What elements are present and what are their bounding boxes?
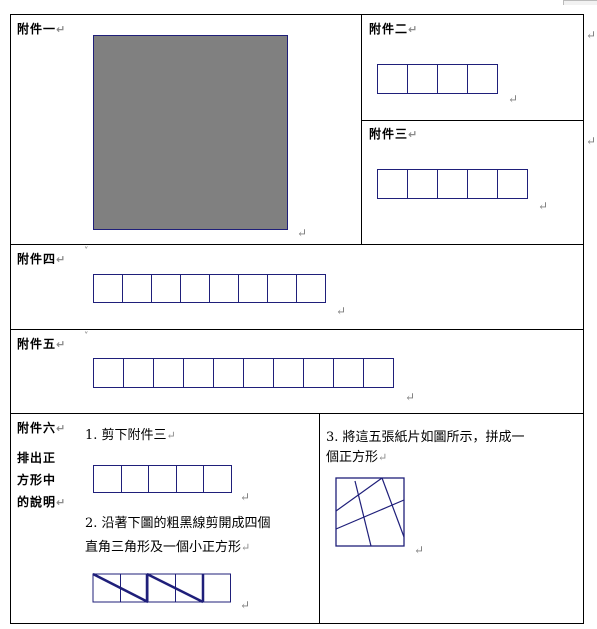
grid-square <box>92 573 121 603</box>
grid-square <box>94 465 122 493</box>
grid-square <box>268 274 297 303</box>
annex4-square-strip <box>93 274 326 303</box>
annex6-sublabel-3: 的說明↵ <box>17 495 67 509</box>
annex1-gray-square <box>93 35 288 230</box>
grid-square <box>149 465 177 493</box>
grid-square <box>120 573 149 603</box>
grid-square <box>378 64 408 94</box>
step1-text: 1. 剪下附件三↵ <box>85 428 176 443</box>
step3-text-line2: 個正方形↵ <box>326 450 388 465</box>
grid-square <box>175 573 204 603</box>
column-divider <box>361 14 362 245</box>
grid-square <box>274 358 304 388</box>
annex1-label: 附件一↵ <box>17 22 67 36</box>
row-divider <box>10 413 584 414</box>
paragraph-mark: ↵ <box>586 28 597 42</box>
paragraph-mark: ↵ <box>240 490 251 504</box>
grid-square <box>438 169 468 199</box>
grid-square <box>204 465 232 493</box>
grid-square <box>176 465 204 493</box>
grid-square <box>154 358 184 388</box>
paragraph-mark: ˅ <box>84 332 89 342</box>
cut-line <box>335 477 383 512</box>
annex3-label: 附件三↵ <box>369 127 419 141</box>
grid-square <box>210 274 239 303</box>
paragraph-mark: ↵ <box>297 226 308 240</box>
paragraph-mark: ↵ <box>586 134 597 148</box>
cut-diagram <box>92 573 231 604</box>
grid-square <box>408 64 438 94</box>
grid-square <box>121 465 149 493</box>
annex5-label: 附件五↵ <box>17 337 67 351</box>
row-divider <box>361 120 584 121</box>
annex6-label: 附件六↵ <box>17 421 67 435</box>
step1-square-strip <box>93 465 232 493</box>
page-corner-mark <box>563 0 597 5</box>
grid-square <box>468 64 498 94</box>
annex2-label: 附件二↵ <box>369 22 419 36</box>
column-divider <box>319 413 320 624</box>
grid-square <box>94 274 123 303</box>
grid-square <box>147 573 176 603</box>
paragraph-mark: ↵ <box>508 92 519 106</box>
paragraph-mark: ↵ <box>405 390 416 404</box>
grid-square <box>378 169 408 199</box>
paragraph-mark: ↵ <box>240 598 251 612</box>
grid-square <box>244 358 274 388</box>
table-border-bottom <box>10 623 584 624</box>
annex6-sublabel-2: 方形中 <box>17 473 57 487</box>
grid-square <box>304 358 334 388</box>
grid-square <box>239 274 268 303</box>
cut-line <box>354 480 372 547</box>
row-divider <box>10 244 584 245</box>
annex6-sublabel-1: 排出正 <box>17 451 57 465</box>
annex5-square-strip <box>93 358 394 388</box>
paragraph-mark: ˅ <box>84 247 89 257</box>
grid-square <box>202 573 231 603</box>
annex2-square-strip <box>377 64 498 94</box>
table-border-left <box>10 14 11 624</box>
annex3-square-strip <box>377 169 528 199</box>
table-border-right <box>583 14 584 624</box>
paragraph-mark: ↵ <box>538 199 549 213</box>
grid-square <box>152 274 181 303</box>
grid-square <box>94 358 124 388</box>
step2-text-line1: 2. 沿著下圖的粗黑線剪開成四個 <box>85 516 271 531</box>
grid-square <box>181 274 210 303</box>
assembled-square-diagram <box>335 477 405 547</box>
paragraph-mark: ↵ <box>414 543 425 557</box>
grid-square <box>408 169 438 199</box>
row-divider <box>10 329 584 330</box>
grid-square <box>498 169 528 199</box>
annex4-label: 附件四↵ <box>17 252 67 266</box>
grid-square <box>214 358 244 388</box>
grid-square <box>334 358 364 388</box>
grid-square <box>124 358 154 388</box>
grid-square <box>468 169 498 199</box>
grid-square <box>364 358 394 388</box>
grid-square <box>438 64 468 94</box>
table-border-top <box>10 14 584 15</box>
paragraph-mark: ↵ <box>336 304 347 318</box>
grid-square <box>297 274 326 303</box>
grid-square <box>123 274 152 303</box>
outer-square <box>335 477 405 547</box>
step2-text-line2: 直角三角形及一個小正方形↵ <box>85 540 251 555</box>
grid-square <box>184 358 214 388</box>
